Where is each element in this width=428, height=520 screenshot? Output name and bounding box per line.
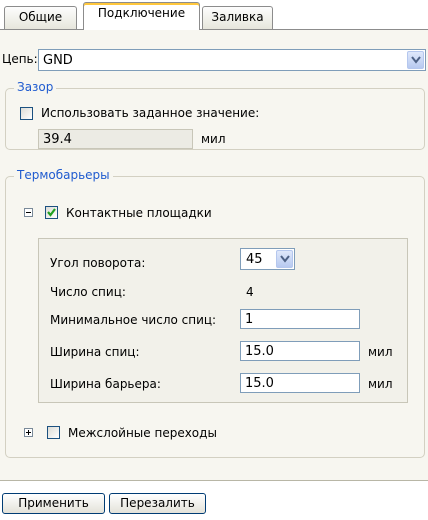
repour-button[interactable]: Перезалить [109,493,206,514]
net-select-value: GND [43,53,73,68]
use-value-label: Использовать заданное значение: [41,106,260,120]
min-spokes-value: 1 [245,312,254,327]
rotation-label: Угол поворота: [50,256,146,270]
use-value-checkbox[interactable] [20,107,33,120]
apply-button[interactable]: Применить [2,493,105,514]
vias-label: Межслойные переходы [68,426,217,440]
clearance-value-field[interactable]: 39.4 [38,129,193,149]
barrier-width-unit: мил [368,377,393,391]
net-dropdown-button[interactable] [407,51,424,69]
spokes-label: Число спиц: [50,285,126,299]
rotation-dropdown-button[interactable] [276,250,293,268]
chevron-down-icon [280,255,290,263]
min-spokes-field[interactable]: 1 [240,309,360,329]
clearance-unit: мил [201,132,226,146]
checkmark-icon [47,208,56,217]
net-select[interactable]: GND [38,49,426,71]
tab-bar: Общие Подключение Заливка [0,0,428,30]
tab-fill-label: Заливка [211,10,264,24]
rotation-value: 45 [246,252,263,267]
thermals-legend: Термобарьеры [14,168,113,182]
chevron-down-icon [411,56,421,64]
tab-general-label: Общие [18,10,63,24]
vias-checkbox[interactable] [47,426,60,439]
pads-label: Контактные площадки [66,206,212,220]
spokes-value: 4 [246,285,254,299]
min-spokes-label: Минимальное число спиц: [50,313,217,327]
tab-general[interactable]: Общие [4,6,77,29]
rotation-select[interactable]: 45 [240,248,295,270]
pads-checkbox[interactable] [45,206,58,219]
tab-connection-label: Подключение [97,6,186,20]
spoke-width-label: Ширина спиц: [50,345,140,359]
barrier-width-label: Ширина барьера: [50,377,161,391]
vias-expand-icon[interactable] [24,428,33,437]
clearance-value: 39.4 [43,132,72,147]
barrier-width-field[interactable]: 15.0 [240,373,360,393]
barrier-width-value: 15.0 [245,376,274,391]
spoke-width-unit: мил [368,345,393,359]
spoke-width-value: 15.0 [245,344,274,359]
clearance-legend: Зазор [14,80,57,94]
pads-collapse-icon[interactable] [24,208,33,217]
tab-fill[interactable]: Заливка [202,6,273,29]
spoke-width-field[interactable]: 15.0 [240,341,360,361]
net-label: Цепь: [2,52,38,66]
tab-connection[interactable]: Подключение [83,2,200,30]
